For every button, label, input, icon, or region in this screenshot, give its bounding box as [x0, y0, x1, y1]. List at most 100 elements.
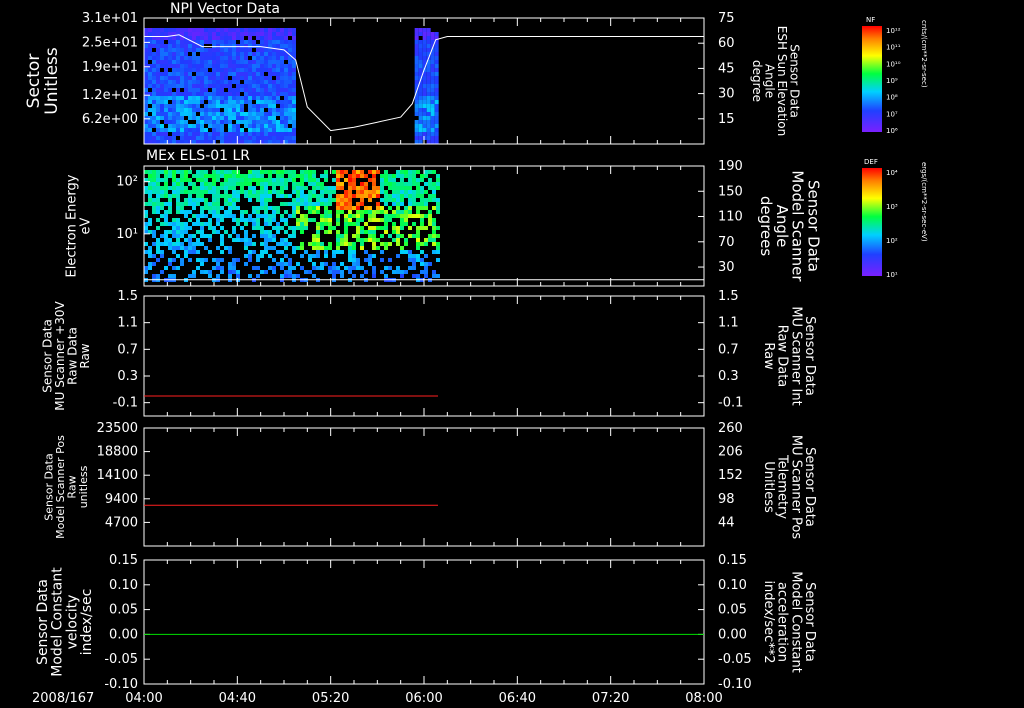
heat-cell [216, 206, 220, 210]
right-y-tick-label: 15 [718, 112, 735, 127]
heat-cell [396, 170, 400, 174]
heat-cell [176, 206, 180, 210]
heat-cell [272, 210, 276, 214]
heat-cell [176, 68, 180, 72]
heat-cell [188, 202, 192, 206]
heat-cell [256, 56, 260, 60]
heat-cell [200, 84, 204, 88]
heat-cell [200, 186, 204, 190]
heat-cell [164, 72, 168, 76]
heat-cell [260, 36, 264, 40]
heat-cell [152, 84, 156, 88]
heat-cell [272, 116, 276, 120]
right-y-tick-label: 60 [718, 36, 735, 51]
heat-cell [184, 56, 188, 60]
heat-cell [208, 92, 212, 96]
heat-cell [268, 198, 272, 202]
heat-cell [356, 214, 360, 218]
heat-cell [148, 174, 152, 178]
heat-cell [348, 206, 352, 210]
heat-cell [328, 230, 332, 234]
heat-cell [284, 140, 288, 144]
heat-cell [420, 206, 424, 210]
heat-cell [144, 60, 148, 64]
heat-cell [176, 104, 180, 108]
heat-cell [184, 76, 188, 80]
heat-cell [160, 132, 164, 136]
heat-cell [156, 48, 160, 52]
heat-cell [312, 182, 316, 186]
heat-cell [228, 128, 232, 132]
heat-cell [224, 104, 228, 108]
heat-cell [152, 108, 156, 112]
heat-cell [256, 100, 260, 104]
heat-cell [360, 210, 364, 214]
heat-cell [144, 120, 148, 124]
heat-cell [168, 128, 172, 132]
heat-cell [324, 206, 328, 210]
heat-cell [288, 120, 292, 124]
heat-cell [184, 72, 188, 76]
heat-cell [288, 44, 292, 48]
heat-cell [228, 202, 232, 206]
heat-cell [430, 96, 435, 100]
heat-cell [188, 64, 192, 68]
heat-cell [252, 104, 256, 108]
heat-cell [272, 80, 276, 84]
heat-cell [224, 198, 228, 202]
heat-cell [172, 230, 176, 234]
heat-cell [184, 178, 188, 182]
heat-cell [368, 210, 372, 214]
heat-cell [268, 76, 272, 80]
heat-cell [248, 194, 252, 198]
left-y-tick-label: 0.10 [109, 578, 138, 593]
heat-cell [148, 96, 152, 100]
heat-cell [216, 60, 220, 64]
heat-cell [168, 174, 172, 178]
heat-cell [192, 92, 196, 96]
heat-cell [408, 206, 412, 210]
heat-cell [212, 96, 216, 100]
heat-cell [208, 112, 212, 116]
heat-cell [260, 64, 264, 68]
heat-cell [144, 242, 148, 246]
heat-cell [408, 186, 412, 190]
heat-cell [414, 32, 419, 36]
heat-cell [424, 226, 428, 230]
heat-cell [418, 48, 423, 52]
heat-cell [144, 170, 148, 174]
heat-cell [388, 198, 392, 202]
heat-cell [312, 206, 316, 210]
heat-cell [188, 108, 192, 112]
heat-cell [156, 112, 160, 116]
heat-cell [316, 246, 320, 250]
heat-cell [224, 108, 228, 112]
heat-cell [156, 136, 160, 140]
heat-cell [364, 210, 368, 214]
heat-cell [236, 44, 240, 48]
heat-cell [220, 206, 224, 210]
heat-cell [396, 182, 400, 186]
heat-cell [384, 266, 388, 270]
heat-cell [212, 108, 216, 112]
heat-cell [332, 170, 336, 174]
heat-cell [352, 222, 356, 226]
heat-cell [208, 132, 212, 136]
heat-cell [426, 76, 431, 80]
heat-cell [432, 194, 436, 198]
heat-cell [220, 104, 224, 108]
heat-cell [180, 182, 184, 186]
heat-cell [252, 52, 256, 56]
heat-cell [356, 226, 360, 230]
heat-cell [176, 210, 180, 214]
heat-cell [296, 186, 300, 190]
heat-cell [196, 64, 200, 68]
heat-cell [280, 218, 284, 222]
panel2-title: MEx ELS-01 LR [146, 148, 250, 164]
heat-cell [204, 206, 208, 210]
heat-cell [172, 274, 176, 278]
heat-cell [220, 88, 224, 92]
heat-cell [404, 194, 408, 198]
heat-cell [436, 198, 440, 202]
heat-cell [200, 214, 204, 218]
